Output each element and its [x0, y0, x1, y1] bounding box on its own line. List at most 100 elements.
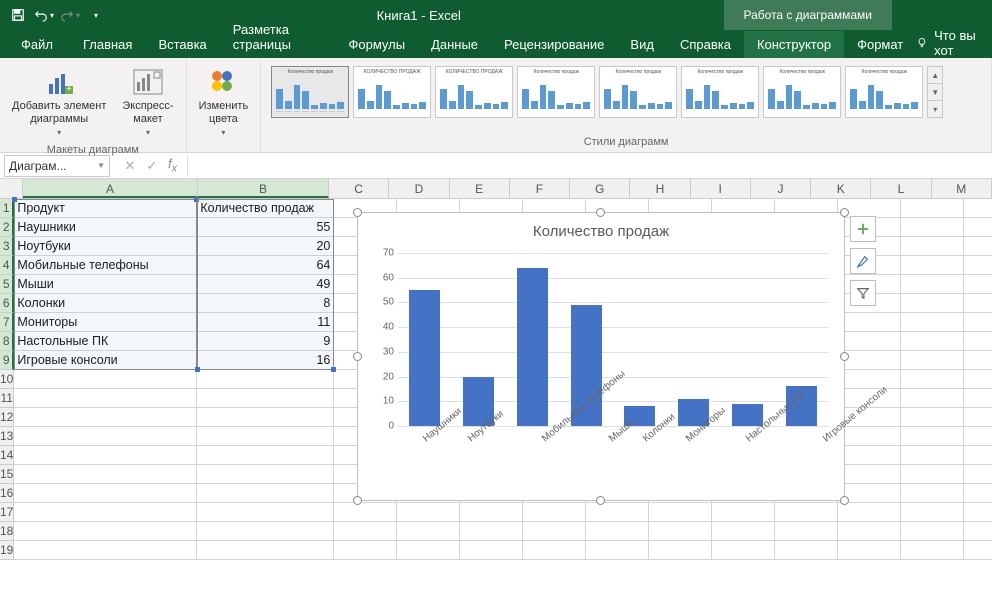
worksheet-grid[interactable]: ABCDEFGHIJKLM 12345678910111213141516171… — [0, 179, 992, 602]
formula-input[interactable] — [187, 155, 992, 177]
cell-C19[interactable] — [334, 541, 397, 560]
cell-L19[interactable] — [901, 541, 964, 560]
cell-A19[interactable] — [14, 541, 197, 560]
row-header-11[interactable]: 11 — [0, 389, 14, 408]
row-header-13[interactable]: 13 — [0, 427, 14, 446]
tab-data[interactable]: Данные — [418, 31, 491, 58]
cell-I18[interactable] — [712, 522, 775, 541]
cell-M5[interactable] — [964, 275, 992, 294]
cell-M11[interactable] — [964, 389, 992, 408]
cell-M15[interactable] — [964, 465, 992, 484]
cell-L15[interactable] — [901, 465, 964, 484]
cell-B18[interactable] — [197, 522, 334, 541]
tab-formulas[interactable]: Формулы — [335, 31, 418, 58]
cell-L7[interactable] — [901, 313, 964, 332]
chart-style-5[interactable]: Количество продаж — [599, 66, 677, 118]
col-header-D[interactable]: D — [389, 179, 449, 198]
row-header-10[interactable]: 10 — [0, 370, 14, 389]
row-header-16[interactable]: 16 — [0, 484, 14, 503]
accept-formula-icon[interactable]: ✓ — [142, 158, 162, 174]
cell-D17[interactable] — [397, 503, 460, 522]
fx-icon[interactable]: fx — [164, 156, 181, 175]
cell-B15[interactable] — [197, 465, 334, 484]
cell-A11[interactable] — [14, 389, 197, 408]
tell-me[interactable]: Что вы хот — [934, 28, 982, 58]
row-header-3[interactable]: 3 — [0, 237, 14, 256]
cell-B11[interactable] — [197, 389, 334, 408]
cell-L8[interactable] — [901, 332, 964, 351]
cell-B3[interactable]: 20 — [197, 237, 334, 256]
cell-L3[interactable] — [901, 237, 964, 256]
cell-K10[interactable] — [838, 370, 901, 389]
col-header-E[interactable]: E — [450, 179, 510, 198]
redo-button[interactable]: ▾ — [58, 3, 82, 27]
col-header-I[interactable]: I — [691, 179, 751, 198]
cell-L11[interactable] — [901, 389, 964, 408]
cell-K8[interactable] — [838, 332, 901, 351]
col-header-C[interactable]: C — [329, 179, 389, 198]
chart-style-2[interactable]: КОЛИЧЕСТВО ПРОДАЖ — [353, 66, 431, 118]
cell-L18[interactable] — [901, 522, 964, 541]
cell-M8[interactable] — [964, 332, 992, 351]
row-header-14[interactable]: 14 — [0, 446, 14, 465]
cell-M2[interactable] — [964, 218, 992, 237]
col-header-H[interactable]: H — [630, 179, 690, 198]
cell-C18[interactable] — [334, 522, 397, 541]
chart-style-6[interactable]: Количество продаж — [681, 66, 759, 118]
cell-M16[interactable] — [964, 484, 992, 503]
cell-B1[interactable]: Количество продаж — [197, 199, 334, 218]
qat-customize[interactable]: ▾ — [84, 3, 108, 27]
cell-M19[interactable] — [964, 541, 992, 560]
cell-G17[interactable] — [586, 503, 649, 522]
cell-J18[interactable] — [775, 522, 838, 541]
cell-E19[interactable] — [460, 541, 523, 560]
cell-A13[interactable] — [14, 427, 197, 446]
col-header-J[interactable]: J — [751, 179, 811, 198]
row-header-7[interactable]: 7 — [0, 313, 14, 332]
col-header-B[interactable]: B — [198, 179, 329, 198]
add-chart-element-button[interactable]: + Добавить элемент диаграммы▾ — [6, 62, 112, 142]
cell-D19[interactable] — [397, 541, 460, 560]
gallery-scroll[interactable]: ▲▼▾ — [927, 66, 943, 118]
cell-B10[interactable] — [197, 370, 334, 389]
cell-F19[interactable] — [523, 541, 586, 560]
cell-L9[interactable] — [901, 351, 964, 370]
cell-A12[interactable] — [14, 408, 197, 427]
cell-H18[interactable] — [649, 522, 712, 541]
row-header-8[interactable]: 8 — [0, 332, 14, 351]
cell-A9[interactable]: Игровые консоли — [14, 351, 197, 370]
cell-A8[interactable]: Настольные ПК — [14, 332, 197, 351]
tab-home[interactable]: Главная — [70, 31, 145, 58]
col-header-K[interactable]: K — [811, 179, 871, 198]
cell-M17[interactable] — [964, 503, 992, 522]
cell-B4[interactable]: 64 — [197, 256, 334, 275]
cell-A10[interactable] — [14, 370, 197, 389]
col-header-G[interactable]: G — [570, 179, 630, 198]
change-colors-button[interactable]: Изменить цвета▾ — [193, 62, 255, 142]
cell-F17[interactable] — [523, 503, 586, 522]
save-button[interactable] — [6, 3, 30, 27]
cell-M6[interactable] — [964, 294, 992, 313]
chart-style-3[interactable]: КОЛИЧЕСТВО ПРОДАЖ — [435, 66, 513, 118]
cell-C17[interactable] — [334, 503, 397, 522]
cell-A4[interactable]: Мобильные телефоны — [14, 256, 197, 275]
cell-A16[interactable] — [14, 484, 197, 503]
cell-B13[interactable] — [197, 427, 334, 446]
cell-B12[interactable] — [197, 408, 334, 427]
row-header-2[interactable]: 2 — [0, 218, 14, 237]
cell-M13[interactable] — [964, 427, 992, 446]
cell-K17[interactable] — [838, 503, 901, 522]
cell-B7[interactable]: 11 — [197, 313, 334, 332]
cell-G19[interactable] — [586, 541, 649, 560]
cell-L2[interactable] — [901, 218, 964, 237]
select-all-corner[interactable] — [0, 179, 23, 198]
tab-help[interactable]: Справка — [667, 31, 744, 58]
cell-E17[interactable] — [460, 503, 523, 522]
col-header-L[interactable]: L — [871, 179, 931, 198]
cell-B19[interactable] — [197, 541, 334, 560]
tab-view[interactable]: Вид — [617, 31, 667, 58]
cell-M1[interactable] — [964, 199, 992, 218]
tab-insert[interactable]: Вставка — [145, 31, 219, 58]
cell-L10[interactable] — [901, 370, 964, 389]
row-header-6[interactable]: 6 — [0, 294, 14, 313]
